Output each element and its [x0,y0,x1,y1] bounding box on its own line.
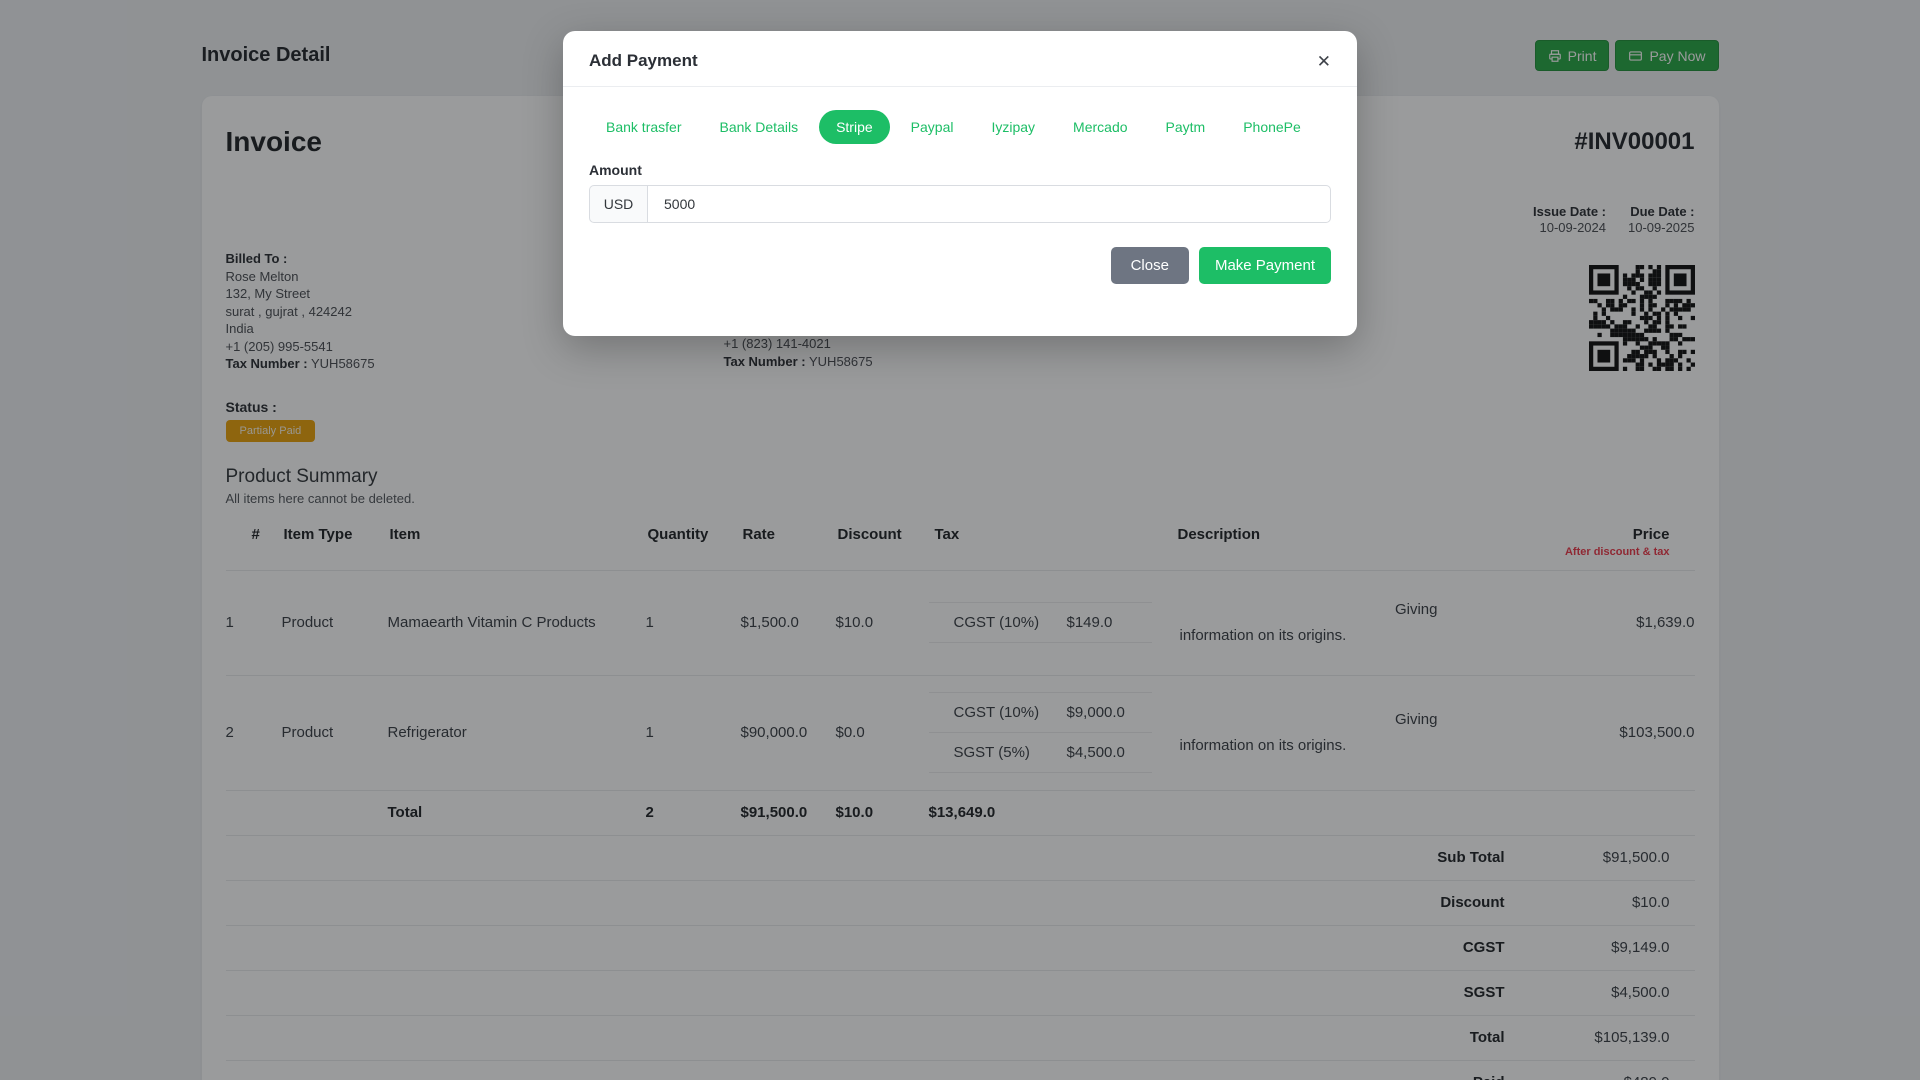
tab-iyzipay[interactable]: Iyzipay [974,110,1052,144]
amount-input[interactable] [647,185,1331,223]
add-payment-modal: Add Payment ✕ Bank trasfer Bank Details … [563,31,1357,336]
tab-paytm[interactable]: Paytm [1149,110,1223,144]
tab-paypal[interactable]: Paypal [894,110,971,144]
tab-bank-details[interactable]: Bank Details [702,110,815,144]
tab-phonepe[interactable]: PhonePe [1226,110,1318,144]
amount-label: Amount [589,162,642,178]
close-button[interactable]: Close [1110,247,1189,284]
amount-input-group: USD [589,185,1331,223]
currency-prefix: USD [589,185,647,223]
modal-footer: Close Make Payment [589,247,1331,284]
payment-method-tabs: Bank trasfer Bank Details Stripe Paypal … [589,110,1331,144]
tab-stripe[interactable]: Stripe [819,110,890,144]
tab-mercado[interactable]: Mercado [1056,110,1144,144]
close-icon[interactable]: ✕ [1317,53,1331,70]
modal-header: Add Payment ✕ [563,31,1357,87]
tab-bank-transfer[interactable]: Bank trasfer [589,110,698,144]
modal-title: Add Payment [589,51,698,70]
modal-body: Bank trasfer Bank Details Stripe Paypal … [563,87,1357,336]
make-payment-button[interactable]: Make Payment [1198,247,1331,284]
